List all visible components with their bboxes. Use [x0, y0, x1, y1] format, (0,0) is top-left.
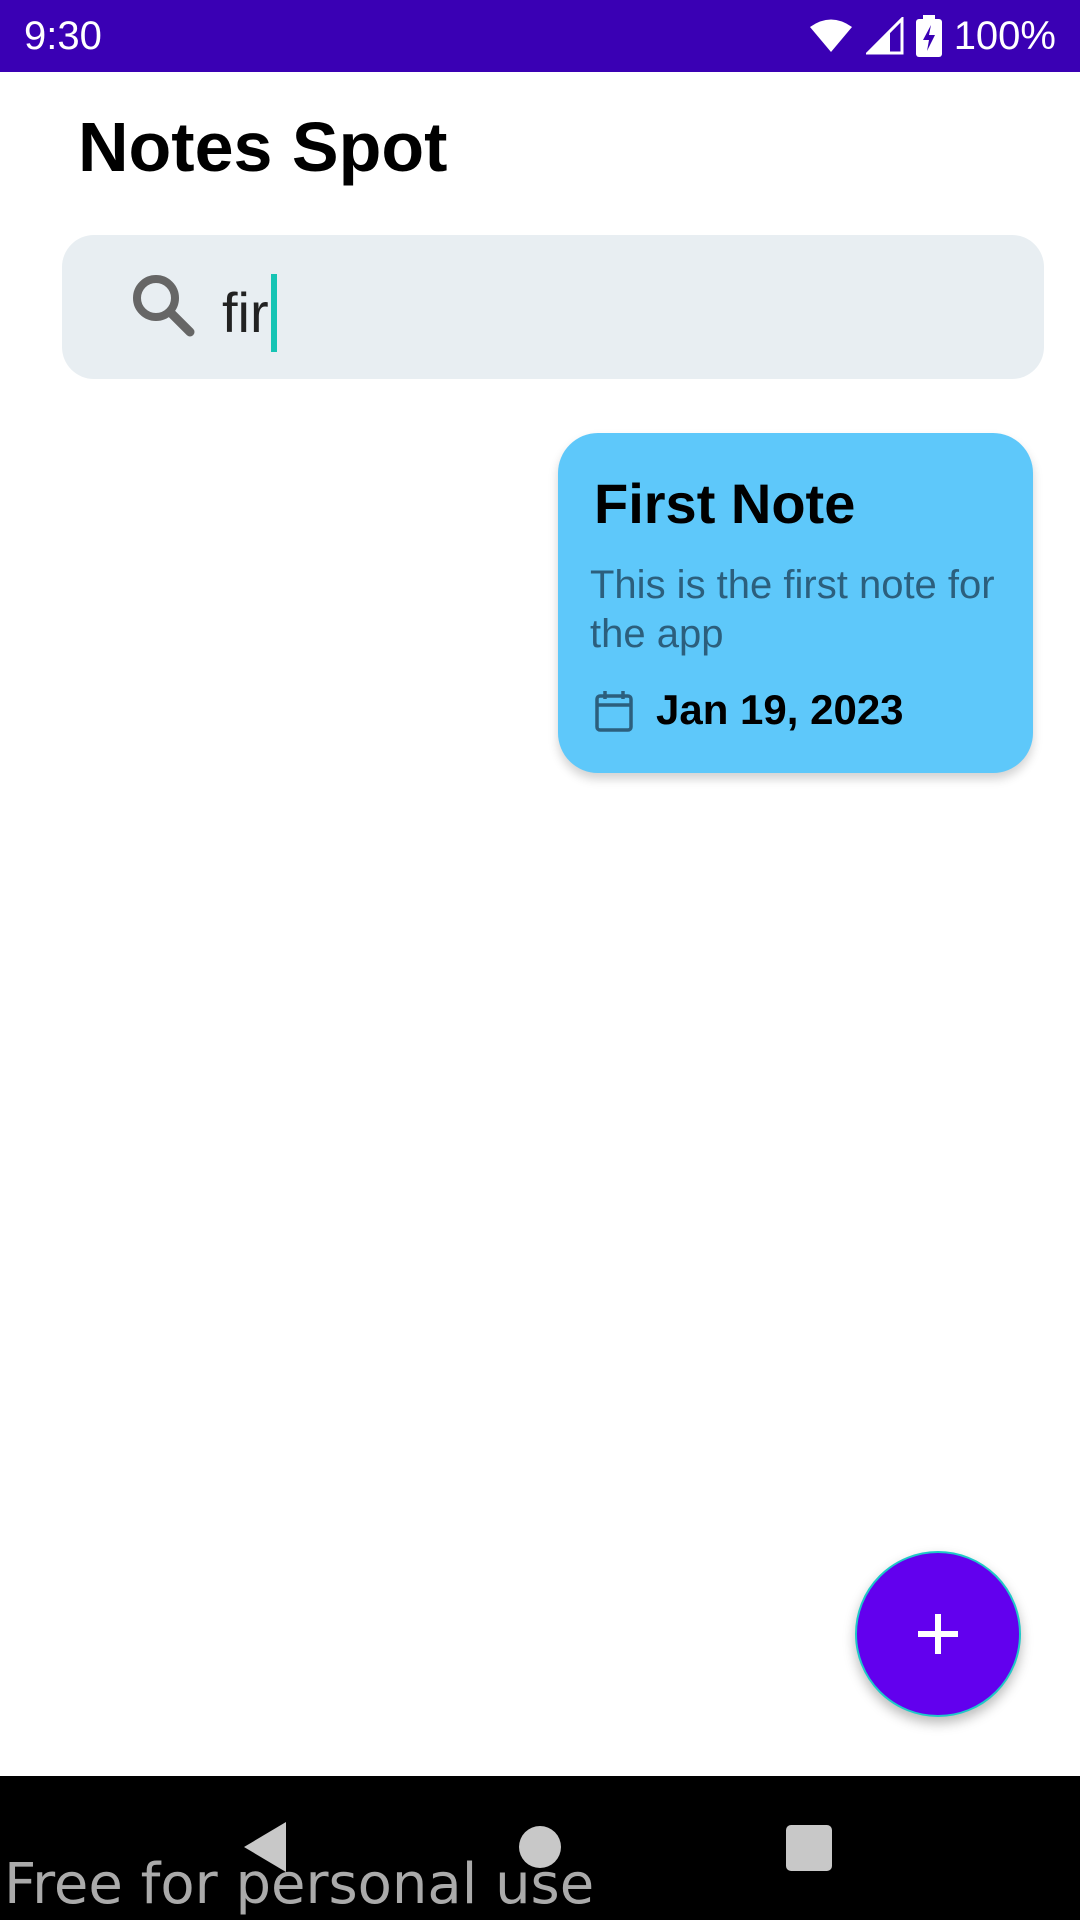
note-title: First Note — [594, 472, 856, 535]
note-body: This is the first note for the app — [590, 563, 995, 656]
note-date: Jan 19, 2023 — [656, 686, 904, 733]
recents-icon[interactable] — [786, 1825, 832, 1871]
status-time: 9:30 — [24, 14, 102, 58]
battery-percent: 100% — [953, 14, 1056, 58]
status-bar: 9:30 100% — [0, 0, 1080, 72]
search-bar[interactable] — [62, 235, 1044, 379]
page-title: Notes Spot — [78, 108, 448, 186]
wifi-icon — [809, 19, 852, 52]
calendar-icon — [595, 691, 633, 732]
add-note-button[interactable] — [855, 1551, 1021, 1717]
signal-icon — [865, 17, 904, 55]
search-input-value: fir — [222, 281, 269, 344]
note-card[interactable]: First Note This is the first note for th… — [558, 433, 1033, 773]
text-caret — [270, 274, 277, 352]
watermark: Free for personal use — [4, 1852, 595, 1917]
search-icon — [133, 275, 195, 337]
search-input[interactable]: fir — [222, 274, 277, 352]
status-icons: 100% — [808, 12, 1056, 60]
plus-icon — [918, 1614, 958, 1654]
battery-charging-icon — [915, 15, 942, 57]
